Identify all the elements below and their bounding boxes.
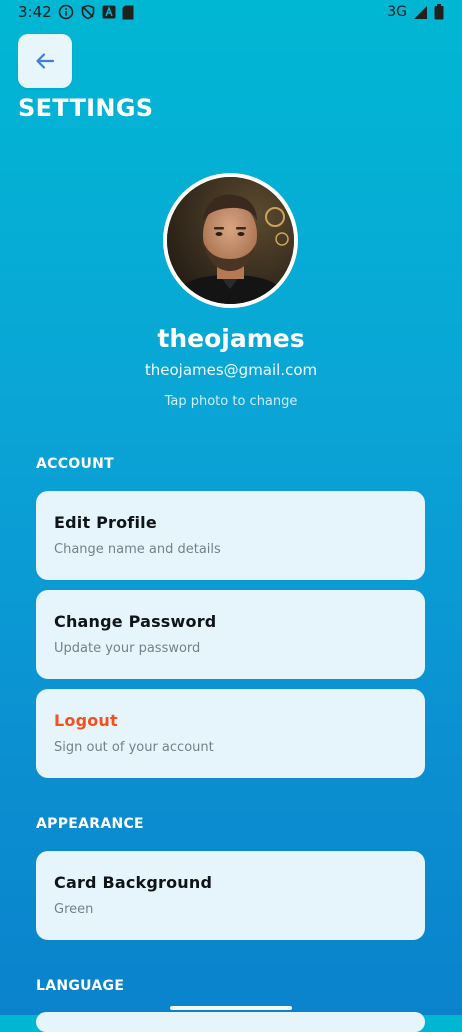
logout-title: Logout <box>54 711 118 730</box>
card-title: Change Password <box>54 612 217 631</box>
section-label-account: ACCOUNT <box>36 456 115 472</box>
status-time: 3:42 <box>18 3 52 21</box>
card-title: Card Background <box>54 873 213 892</box>
page-title: SETTINGS <box>18 94 154 122</box>
section-label-language: LANGUAGE <box>36 978 125 994</box>
home-indicator[interactable] <box>170 1006 292 1010</box>
card-title: Edit Profile <box>54 513 157 532</box>
photo-change-hint: Tap photo to change <box>164 394 298 409</box>
card-subtitle: Sign out of your account <box>54 740 214 755</box>
logout-card[interactable]: Logout Sign out of your account <box>36 689 425 778</box>
info-icon <box>58 4 74 20</box>
status-left: 3:42 <box>18 3 134 21</box>
arrow-left-icon <box>34 50 56 72</box>
edit-profile-card[interactable]: Edit Profile Change name and details <box>36 491 425 580</box>
status-bar: 3:42 3G <box>0 0 462 24</box>
section-label-appearance: APPEARANCE <box>36 816 144 832</box>
status-right: 3G <box>387 4 444 20</box>
profile-username: theojames <box>157 324 305 353</box>
avatar-photo <box>167 177 294 304</box>
back-button[interactable] <box>18 34 72 88</box>
card-subtitle: Change name and details <box>54 542 221 557</box>
profile-email: theojames@gmail.com <box>144 361 318 379</box>
shield-icon <box>80 4 96 20</box>
language-card[interactable] <box>36 1012 425 1032</box>
battery-icon <box>434 4 444 20</box>
a-box-icon <box>102 5 116 19</box>
card-subtitle: Update your password <box>54 641 201 656</box>
card-subtitle: Green <box>54 902 94 917</box>
card-background-card[interactable]: Card Background Green <box>36 851 425 940</box>
sd-card-icon <box>122 5 134 20</box>
signal-icon <box>413 5 428 20</box>
network-type: 3G <box>387 4 407 20</box>
change-password-card[interactable]: Change Password Update your password <box>36 590 425 679</box>
profile-avatar[interactable] <box>163 173 298 308</box>
